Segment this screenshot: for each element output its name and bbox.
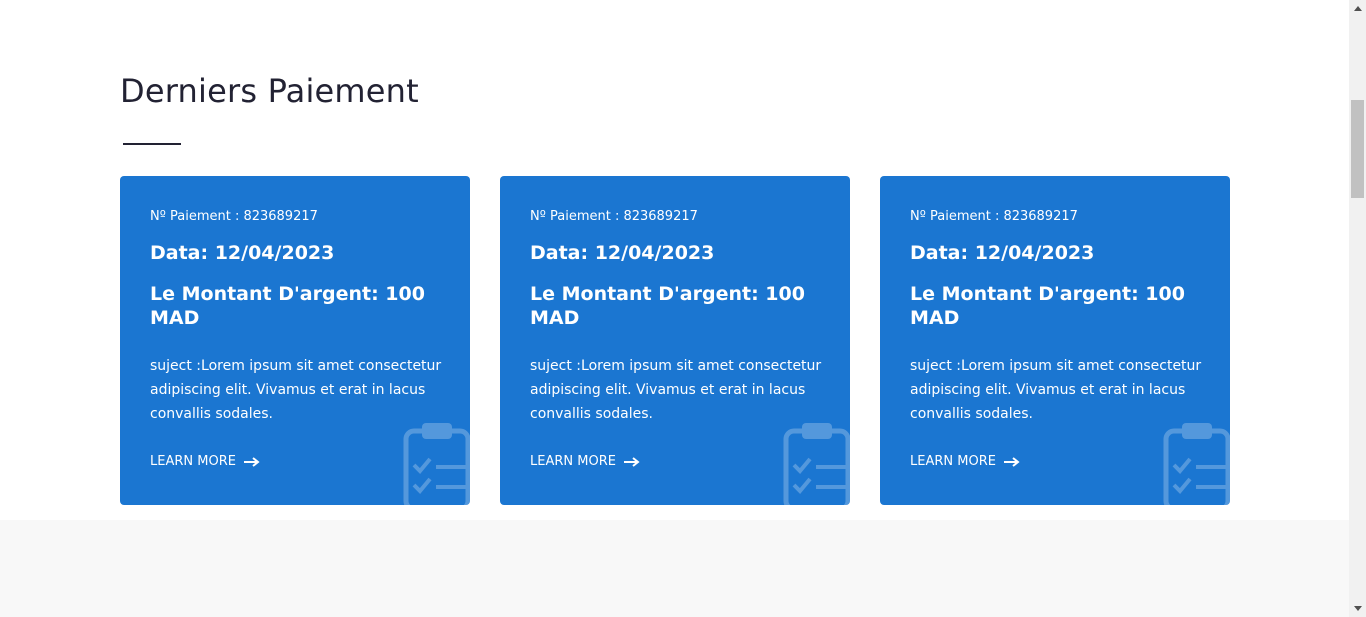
arrow-right-icon [1003, 456, 1020, 467]
payment-number: Nº Paiement : 823689217 [530, 209, 698, 224]
payment-number: Nº Paiement : 823689217 [910, 209, 1078, 224]
title-underline [123, 143, 181, 145]
payment-amount: Le Montant D'argent: 100 MAD [150, 283, 425, 329]
payment-number: Nº Paiement : 823689217 [150, 209, 318, 224]
payment-subject: suject :Lorem ipsum sit amet consectetur… [530, 358, 822, 422]
learn-more-label: LEARN MORE [910, 454, 996, 469]
learn-more-label: LEARN MORE [530, 454, 616, 469]
payment-date: Data: 12/04/2023 [530, 242, 715, 264]
learn-more-link[interactable]: LEARN MORE [530, 454, 640, 469]
payment-amount: Le Montant D'argent: 100 MAD [910, 283, 1185, 329]
payment-subject: suject :Lorem ipsum sit amet consectetur… [910, 358, 1202, 422]
clipboard-checklist-icon [403, 423, 470, 505]
payment-card: Nº Paiement : 823689217 Data: 12/04/2023… [500, 176, 850, 505]
arrow-right-icon [243, 456, 260, 467]
section-title: Derniers Paiement [120, 72, 419, 110]
scroll-up-arrow-icon[interactable] [1349, 0, 1366, 17]
learn-more-link[interactable]: LEARN MORE [150, 454, 260, 469]
clipboard-checklist-icon [1163, 423, 1230, 505]
scrollbar-thumb[interactable] [1351, 100, 1364, 198]
payment-card: Nº Paiement : 823689217 Data: 12/04/2023… [120, 176, 470, 505]
payment-subject: suject :Lorem ipsum sit amet consectetur… [150, 358, 442, 422]
learn-more-link[interactable]: LEARN MORE [910, 454, 1020, 469]
payment-amount: Le Montant D'argent: 100 MAD [530, 283, 805, 329]
next-section-band [0, 520, 1349, 617]
payment-date: Data: 12/04/2023 [910, 242, 1095, 264]
payment-card: Nº Paiement : 823689217 Data: 12/04/2023… [880, 176, 1230, 505]
arrow-right-icon [623, 456, 640, 467]
vertical-scrollbar[interactable] [1349, 0, 1366, 617]
learn-more-label: LEARN MORE [150, 454, 236, 469]
page: Derniers Paiement Nº Paiement : 82368921… [0, 0, 1349, 617]
clipboard-checklist-icon [783, 423, 850, 505]
payment-date: Data: 12/04/2023 [150, 242, 335, 264]
scroll-down-arrow-icon[interactable] [1349, 600, 1366, 617]
